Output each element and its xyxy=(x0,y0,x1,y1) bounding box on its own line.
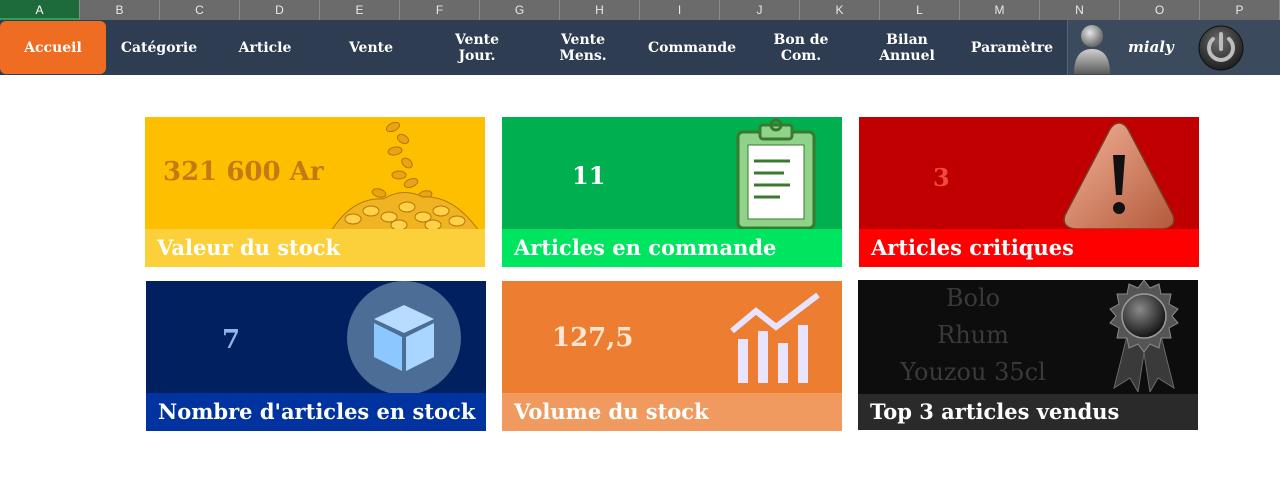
nav-vente-mens-button[interactable]: Vente Mens. xyxy=(538,20,628,75)
nav-bilan-annuel-button[interactable]: Bilan Annuel xyxy=(862,20,952,75)
nav-commande-button[interactable]: Commande xyxy=(640,20,744,75)
column-header-g[interactable]: G xyxy=(480,0,560,20)
stock-value-tile[interactable]: 321 600 Ar Valeur du stock xyxy=(145,117,485,267)
column-header-c[interactable]: C xyxy=(160,0,240,20)
top3-caption: Top 3 articles vendus xyxy=(858,394,1198,430)
warning-icon xyxy=(1063,122,1175,230)
in-stock-caption: Nombre d'articles en stock xyxy=(146,393,486,431)
nav-categorie-button[interactable]: Catégorie xyxy=(110,20,208,75)
column-header-l[interactable]: L xyxy=(880,0,960,20)
volume-caption: Volume du stock xyxy=(502,393,842,431)
nav-article-button[interactable]: Article xyxy=(222,20,308,75)
nav-bon-de-com-button[interactable]: Bon de Com. xyxy=(756,20,846,75)
column-header-a[interactable]: A xyxy=(0,0,80,20)
orders-tile[interactable]: 11 Articles en commande xyxy=(502,117,842,267)
column-header-i[interactable]: I xyxy=(640,0,720,20)
column-header-bar: A B C D E F G H I J K L M N O P xyxy=(0,0,1280,20)
column-header-k[interactable]: K xyxy=(800,0,880,20)
bar-chart-trend-icon xyxy=(730,292,820,383)
gold-coins-icon xyxy=(330,121,480,231)
clipboard-icon xyxy=(736,118,816,230)
nav-accueil-button[interactable]: Accueil xyxy=(0,21,106,74)
in-stock-count: 7 xyxy=(222,325,241,355)
column-header-p[interactable]: P xyxy=(1200,0,1280,20)
username-label: mialy xyxy=(1128,38,1174,56)
column-header-d[interactable]: D xyxy=(240,0,320,20)
nav-vente-button[interactable]: Vente xyxy=(330,20,412,75)
award-ribbon-icon xyxy=(1109,280,1179,392)
column-header-b[interactable]: B xyxy=(80,0,160,20)
top3-item-2: Rhum xyxy=(937,321,1009,349)
column-header-e[interactable]: E xyxy=(320,0,400,20)
orders-caption: Articles en commande xyxy=(502,229,842,267)
volume-tile[interactable]: 127,5 Volume du stock xyxy=(502,281,842,431)
stock-value-amount: 321 600 Ar xyxy=(163,157,324,187)
critical-count: 3 xyxy=(933,163,950,192)
stock-value-caption: Valeur du stock xyxy=(145,229,485,267)
column-header-h[interactable]: H xyxy=(560,0,640,20)
top3-item-3: Youzou 35cl xyxy=(900,358,1046,386)
top3-tile[interactable]: Bolo Rhum Youzou 35cl Top 3 articles ven… xyxy=(858,280,1198,430)
main-nav-bar: Accueil Catégorie Article Vente Vente Jo… xyxy=(0,20,1280,75)
top3-item-1: Bolo xyxy=(945,284,1001,312)
column-header-f[interactable]: F xyxy=(400,0,480,20)
cube-icon xyxy=(347,281,461,395)
volume-amount: 127,5 xyxy=(552,323,634,353)
critical-tile[interactable]: 3 Articles critiques xyxy=(859,117,1199,267)
column-header-o[interactable]: O xyxy=(1120,0,1200,20)
column-header-m[interactable]: M xyxy=(960,0,1040,20)
user-avatar-icon xyxy=(1074,25,1110,74)
nav-parametre-button[interactable]: Paramètre xyxy=(964,20,1060,75)
critical-caption: Articles critiques xyxy=(859,229,1199,267)
orders-count: 11 xyxy=(572,161,606,190)
nav-vente-jour-button[interactable]: Vente Jour. xyxy=(432,20,522,75)
column-header-j[interactable]: J xyxy=(720,0,800,20)
power-icon[interactable] xyxy=(1195,24,1247,72)
column-header-n[interactable]: N xyxy=(1040,0,1120,20)
in-stock-tile[interactable]: 7 Nombre d'articles en stock xyxy=(146,281,486,431)
